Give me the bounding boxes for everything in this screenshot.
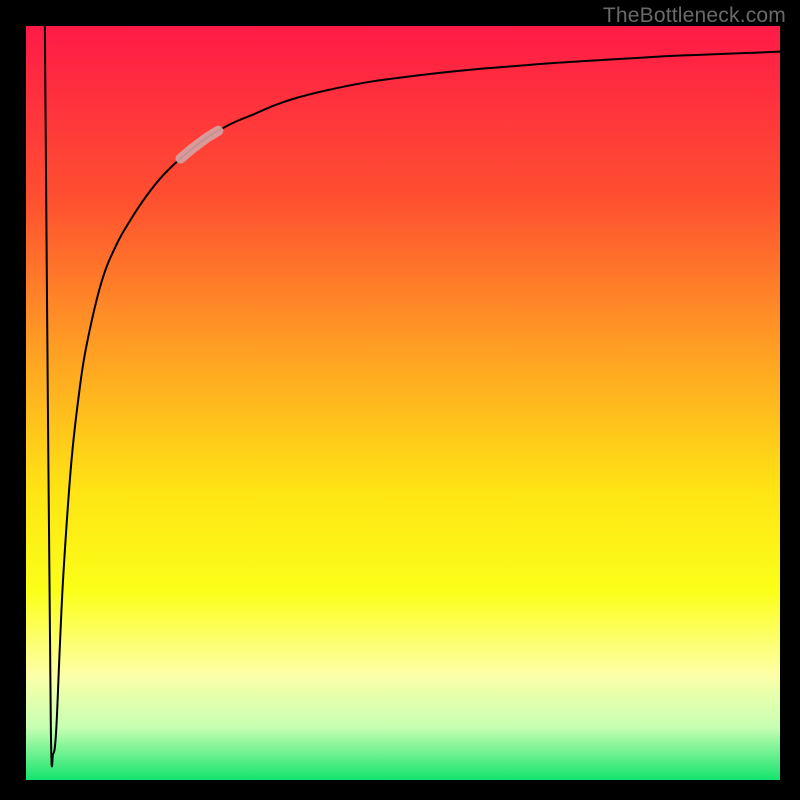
chart-frame: TheBottleneck.com (0, 0, 800, 800)
chart-svg (26, 26, 780, 780)
watermark-text: TheBottleneck.com (603, 4, 786, 28)
gradient-background (26, 26, 780, 780)
plot-area (26, 26, 780, 780)
